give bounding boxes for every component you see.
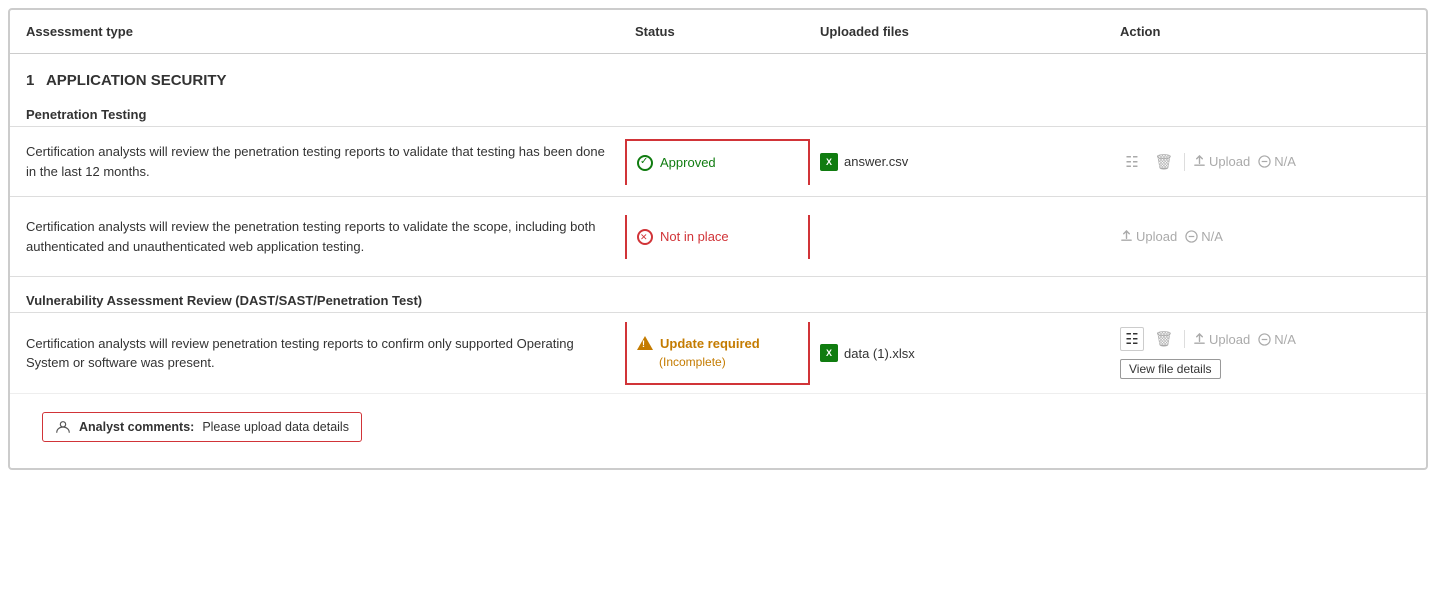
not-in-place-icon (637, 229, 653, 245)
divider (1184, 153, 1185, 171)
subsection-title-penetration: Penetration Testing (10, 95, 1426, 126)
row-2-files-cell (810, 223, 1110, 251)
na-icon (1258, 155, 1271, 168)
analyst-icon (55, 419, 71, 435)
row-3-files-cell: X data (1).xlsx (810, 330, 1110, 376)
row-2-status-cell: Not in place (625, 215, 810, 259)
upload-label-2: Upload (1136, 229, 1177, 244)
na-label-2: N/A (1201, 229, 1223, 244)
row-3-status-inner: Update required (637, 336, 760, 351)
row-1-status-cell: Approved (625, 139, 810, 185)
row-2-actions-cell: Upload N/A (1110, 215, 1426, 258)
na-action[interactable]: N/A (1258, 154, 1296, 169)
row-3-status-cell: Update required (Incomplete) (625, 322, 810, 385)
row-1-description: Certification analysts will review the p… (10, 128, 625, 195)
header-assessment-type: Assessment type (10, 10, 625, 53)
table-row: Certification analysts will review the p… (10, 196, 1426, 276)
main-container: Assessment type Status Uploaded files Ac… (8, 8, 1428, 470)
upload-label-3: Upload (1209, 332, 1250, 347)
header-status: Status (625, 10, 810, 53)
row-2-description: Certification analysts will review the p… (10, 203, 625, 270)
row-1-files-cell: X answer.csv (810, 139, 1110, 185)
row-3-status-label: Update required (660, 336, 760, 351)
table-header: Assessment type Status Uploaded files Ac… (10, 10, 1426, 54)
table-row: Certification analysts will review the p… (10, 126, 1426, 196)
row-3-status-sub: (Incomplete) (637, 355, 726, 369)
row-3-actions-row: ☷ 🗑 Upload N/A (1120, 327, 1296, 351)
copy-active-icon[interactable]: ☷ (1120, 327, 1144, 351)
view-file-details-button[interactable]: View file details (1120, 359, 1221, 379)
upload-icon (1193, 155, 1206, 168)
excel-icon: X (820, 153, 838, 171)
na-icon-3 (1258, 333, 1271, 346)
excel-icon-3: X (820, 344, 838, 362)
upload-icon-3 (1193, 333, 1206, 346)
upload-label: Upload (1209, 154, 1250, 169)
na-action-3[interactable]: N/A (1258, 332, 1296, 347)
section-title: 1 APPLICATION SECURITY (10, 54, 1426, 95)
table-row: Certification analysts will review penet… (10, 312, 1426, 393)
section-number: 1 (26, 72, 34, 89)
na-label-3: N/A (1274, 332, 1296, 347)
row-2-status-label: Not in place (660, 229, 729, 244)
divider-3 (1184, 330, 1185, 348)
na-label: N/A (1274, 154, 1296, 169)
row-1-status-label: Approved (660, 155, 716, 170)
trash-icon[interactable]: 🗑 (1152, 150, 1176, 174)
row-3-description: Certification analysts will review penet… (10, 320, 625, 387)
row-1-filename: answer.csv (844, 154, 908, 169)
row-3-filename: data (1).xlsx (844, 346, 915, 361)
row-3-actions-cell: ☷ 🗑 Upload N/A View file details (1110, 313, 1426, 393)
upload-action-2[interactable]: Upload (1120, 229, 1177, 244)
header-uploaded-files: Uploaded files (810, 10, 1110, 53)
upload-action[interactable]: Upload (1193, 154, 1250, 169)
analyst-comments-label: Analyst comments: (79, 420, 194, 434)
approved-icon (637, 155, 653, 171)
update-required-icon (637, 336, 653, 350)
header-action: Action (1110, 10, 1426, 53)
trash-icon-3[interactable]: 🗑 (1152, 327, 1176, 351)
section-name: APPLICATION SECURITY (46, 72, 227, 89)
upload-icon-2 (1120, 230, 1133, 243)
na-action-2[interactable]: N/A (1185, 229, 1223, 244)
analyst-comments-box: Analyst comments: Please upload data det… (42, 412, 362, 442)
analyst-comments-text: Please upload data details (202, 420, 349, 434)
copy-icon[interactable]: ☷ (1120, 150, 1144, 174)
analyst-comments-row: Analyst comments: Please upload data det… (10, 393, 1426, 468)
na-icon-2 (1185, 230, 1198, 243)
row-1-actions-cell: ☷ 🗑 Upload N/A (1110, 136, 1426, 188)
subsection-title-vulnerability: Vulnerability Assessment Review (DAST/SA… (10, 276, 1426, 312)
upload-action-3[interactable]: Upload (1193, 332, 1250, 347)
